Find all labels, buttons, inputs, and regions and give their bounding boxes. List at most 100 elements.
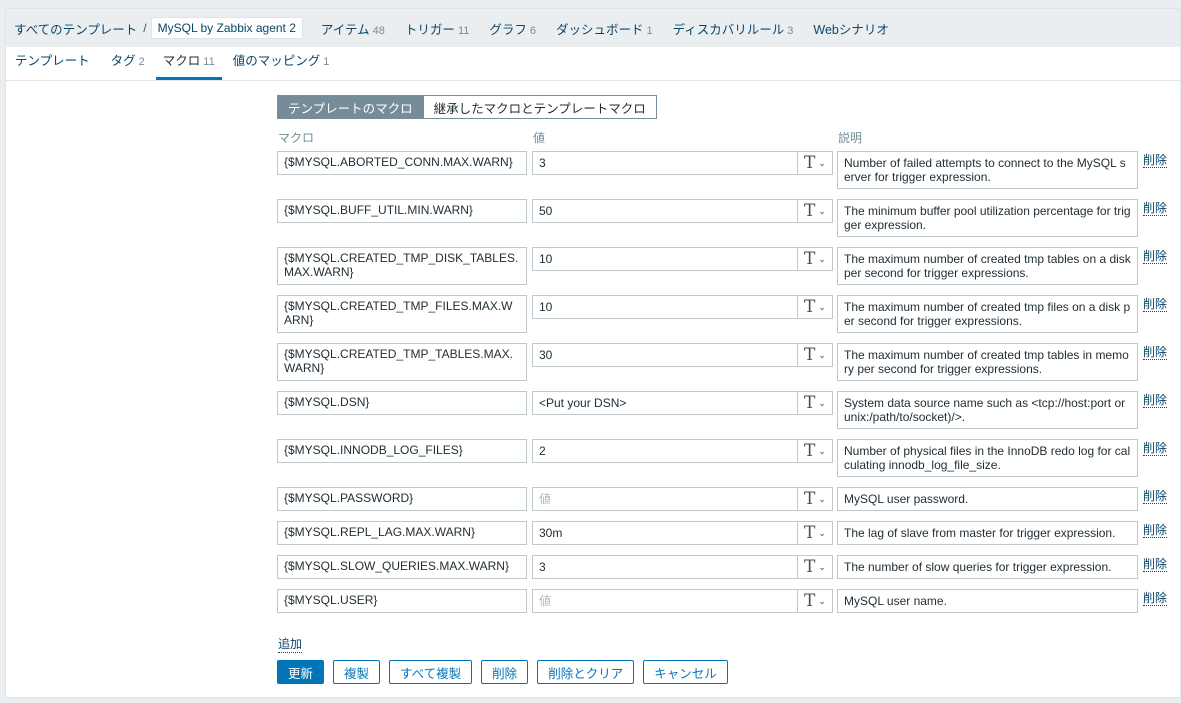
macro-description-field[interactable]: The maximum number of created tmp tables… [837,247,1138,285]
remove-macro-link[interactable]: 削除 [1143,489,1168,504]
macro-description-field[interactable]: MySQL user password. [837,487,1138,511]
value-type-dropdown[interactable]: T ⌄ [798,199,833,223]
breadcrumb-tab-dashboards[interactable]: ダッシュボード 1 [556,19,653,38]
tab-macros[interactable]: マクロ 11 [155,50,222,80]
remove-macro-link[interactable]: 削除 [1143,441,1168,456]
macro-name-field[interactable]: {$MYSQL.REPL_LAG.MAX.WARN} [277,521,527,545]
chevron-down-icon: ⌄ [818,205,826,216]
breadcrumb-tab-graphs[interactable]: グラフ 6 [489,19,536,38]
update-button[interactable]: 更新 [277,660,325,684]
text-type-icon: T [804,296,816,317]
chevron-down-icon: ⌄ [818,493,826,504]
text-type-icon: T [804,392,816,413]
breadcrumb: すべてのテンプレート / MySQL by Zabbix agent 2 アイテ… [6,9,1180,47]
macro-name-field[interactable]: {$MYSQL.CREATED_TMP_DISK_TABLES.MAX.WARN… [277,247,527,285]
macro-value-field[interactable]: <Put your DSN> [532,391,798,415]
chevron-down-icon: ⌄ [818,527,826,538]
value-type-dropdown[interactable]: T ⌄ [798,439,833,463]
remove-macro-link[interactable]: 削除 [1143,557,1168,572]
remove-macro-link[interactable]: 削除 [1143,201,1168,216]
macro-value-field[interactable]: 10 [532,247,798,271]
macro-description-field[interactable]: The lag of slave from master for trigger… [837,521,1138,545]
value-type-dropdown[interactable]: T ⌄ [798,521,833,545]
value-type-dropdown[interactable]: T ⌄ [798,391,833,415]
add-macro-link[interactable]: 追加 [278,635,303,653]
macro-value-field[interactable]: 3 [532,555,798,579]
text-type-icon: T [804,248,816,269]
column-header-description: 説明 [838,131,863,145]
column-header-value: 値 [533,131,546,145]
value-type-dropdown[interactable]: T ⌄ [798,151,833,175]
chevron-down-icon: ⌄ [818,349,826,360]
page-frame: すべてのテンプレート / MySQL by Zabbix agent 2 アイテ… [5,8,1181,698]
macro-description-field[interactable]: System data source name such as <tcp://h… [837,391,1138,429]
macro-value-field[interactable]: 値 [532,589,798,613]
value-type-dropdown[interactable]: T ⌄ [798,247,833,271]
value-type-dropdown[interactable]: T ⌄ [798,295,833,319]
value-type-dropdown[interactable]: T ⌄ [798,343,833,367]
text-type-icon: T [804,590,816,611]
delete-button[interactable]: 削除 [481,660,529,684]
remove-macro-link[interactable]: 削除 [1143,345,1168,360]
value-type-dropdown[interactable]: T ⌄ [798,487,833,511]
macro-value-field[interactable]: 3 [532,151,798,175]
remove-macro-link[interactable]: 削除 [1143,153,1168,168]
breadcrumb-current-template[interactable]: MySQL by Zabbix agent 2 [150,17,303,39]
inherited-macros-option[interactable]: 継承したマクロとテンプレートマクロ [423,95,657,119]
macro-description-field[interactable]: Number of physical files in the InnoDB r… [837,439,1138,477]
breadcrumb-tab-triggers[interactable]: トリガー 11 [405,19,469,38]
form-actions: 更新 複製 すべて複製 削除 削除とクリア キャンセル [277,660,728,684]
macro-name-field[interactable]: {$MYSQL.ABORTED_CONN.MAX.WARN} [277,151,527,175]
macro-name-field[interactable]: {$MYSQL.PASSWORD} [277,487,527,511]
macro-name-field[interactable]: {$MYSQL.USER} [277,589,527,613]
breadcrumb-all-templates[interactable]: すべてのテンプレート [14,19,137,38]
macro-name-field[interactable]: {$MYSQL.SLOW_QUERIES.MAX.WARN} [277,555,527,579]
breadcrumb-separator: / [143,21,147,35]
cancel-button[interactable]: キャンセル [643,660,728,684]
text-type-icon: T [804,522,816,543]
chevron-down-icon: ⌄ [818,301,826,312]
remove-macro-link[interactable]: 削除 [1143,523,1168,538]
breadcrumb-tab-discovery-rules[interactable]: ディスカバリルール 3 [673,19,794,38]
macro-description-field[interactable]: The maximum number of created tmp files … [837,295,1138,333]
remove-macro-link[interactable]: 削除 [1143,297,1168,312]
text-type-icon: T [804,556,816,577]
macro-description-field[interactable]: Number of failed attempts to connect to … [837,151,1138,189]
remove-macro-link[interactable]: 削除 [1143,591,1168,606]
full-clone-button[interactable]: すべて複製 [389,660,473,684]
macro-description-field[interactable]: The maximum number of created tmp tables… [837,343,1138,381]
macro-name-field[interactable]: {$MYSQL.INNODB_LOG_FILES} [277,439,527,463]
text-type-icon: T [804,152,816,173]
form-tabs: テンプレート タグ 2 マクロ 11 値のマッピング 1 [6,47,1180,81]
text-type-icon: T [804,344,816,365]
delete-and-clear-button[interactable]: 削除とクリア [537,660,635,684]
breadcrumb-tab-web-scenarios[interactable]: Webシナリオ [813,19,891,38]
template-macros-option[interactable]: テンプレートのマクロ [277,95,424,119]
macro-name-field[interactable]: {$MYSQL.BUFF_UTIL.MIN.WARN} [277,199,527,223]
remove-macro-link[interactable]: 削除 [1143,249,1168,264]
macro-value-field[interactable]: 2 [532,439,798,463]
value-type-dropdown[interactable]: T ⌄ [798,555,833,579]
tab-template[interactable]: テンプレート [8,50,100,80]
macro-value-field[interactable]: 30m [532,521,798,545]
macro-name-field[interactable]: {$MYSQL.CREATED_TMP_FILES.MAX.WARN} [277,295,527,333]
tab-value-mapping[interactable]: 値のマッピング 1 [226,50,337,80]
text-type-icon: T [804,200,816,221]
macro-description-field[interactable]: MySQL user name. [837,589,1138,613]
tab-tags[interactable]: タグ 2 [104,50,152,80]
chevron-down-icon: ⌄ [818,253,826,264]
macro-value-field[interactable]: 値 [532,487,798,511]
macro-value-field[interactable]: 50 [532,199,798,223]
breadcrumb-tab-items[interactable]: アイテム 48 [321,19,385,38]
macro-name-field[interactable]: {$MYSQL.DSN} [277,391,527,415]
remove-macro-link[interactable]: 削除 [1143,393,1168,408]
macro-value-field[interactable]: 10 [532,295,798,319]
clone-button[interactable]: 複製 [333,660,381,684]
macro-description-field[interactable]: The minimum buffer pool utilization perc… [837,199,1138,237]
chevron-down-icon: ⌄ [818,445,826,456]
macro-name-field[interactable]: {$MYSQL.CREATED_TMP_TABLES.MAX.WARN} [277,343,527,381]
chevron-down-icon: ⌄ [818,595,826,606]
macro-description-field[interactable]: The number of slow queries for trigger e… [837,555,1138,579]
macro-value-field[interactable]: 30 [532,343,798,367]
value-type-dropdown[interactable]: T ⌄ [798,589,833,613]
